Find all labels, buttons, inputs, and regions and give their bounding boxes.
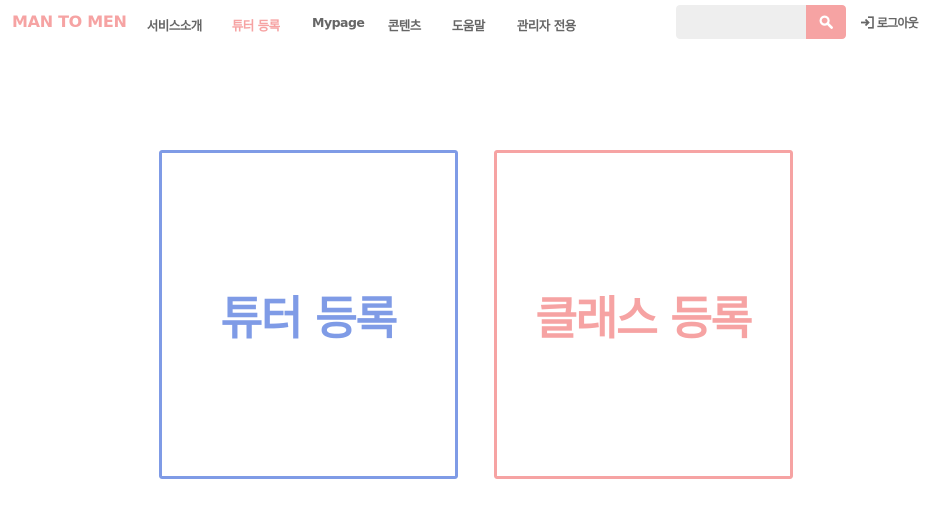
search-button[interactable] xyxy=(806,5,846,39)
logout-label: 로그아웃 xyxy=(877,16,919,30)
card-corner-fold xyxy=(162,462,176,476)
class-register-card-label: 클래스 등록 xyxy=(535,290,754,345)
nav-item-mypage[interactable]: Mypage xyxy=(312,15,365,30)
nav-item-service-intro[interactable]: 서비스소개 xyxy=(147,15,203,34)
tutor-register-card-label: 튜터 등록 xyxy=(220,290,398,345)
card-corner-fold xyxy=(497,462,511,476)
navbar: MAN TO MEN 서비스소개 튜터 등록 Mypage 콘텐츠 도움말 관리… xyxy=(0,0,934,44)
class-register-card[interactable]: 클래스 등록 xyxy=(494,150,793,479)
nav-item-contents[interactable]: 콘텐츠 xyxy=(388,15,422,34)
nav-item-admin-only[interactable]: 관리자 전용 xyxy=(517,15,576,34)
search-input[interactable] xyxy=(676,5,806,39)
logout-link[interactable]: 로그아웃 xyxy=(860,14,919,31)
brand-logo[interactable]: MAN TO MEN xyxy=(12,12,127,31)
sign-in-icon xyxy=(861,16,874,29)
search-icon xyxy=(819,15,833,29)
nav-item-help[interactable]: 도움말 xyxy=(452,15,486,34)
tutor-register-card[interactable]: 튜터 등록 xyxy=(159,150,458,479)
nav-item-tutor-register[interactable]: 튜터 등록 xyxy=(232,15,280,34)
